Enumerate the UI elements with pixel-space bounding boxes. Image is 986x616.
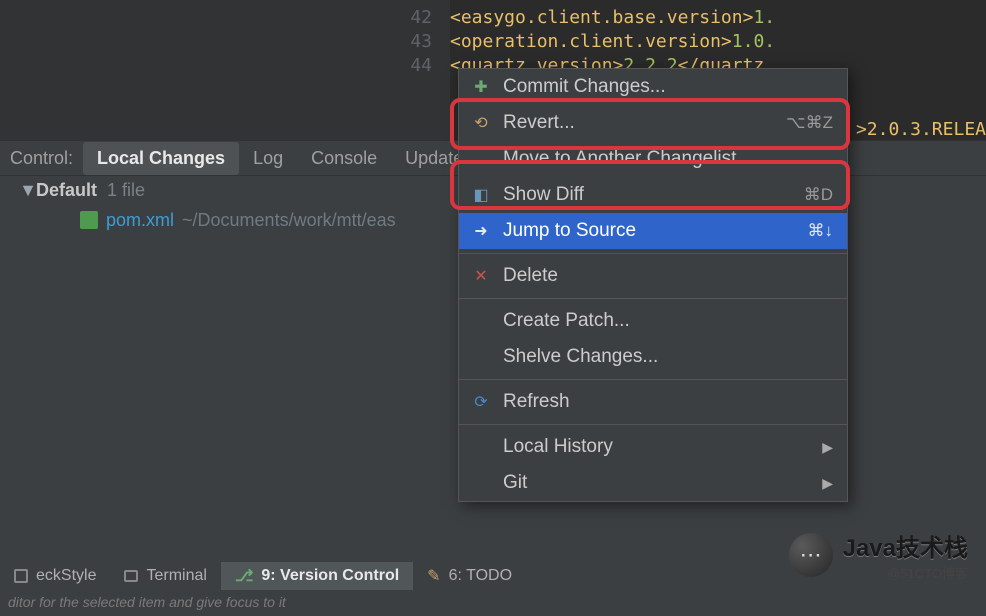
menu-local-history[interactable]: Local History ▶: [459, 429, 847, 465]
tool-checkstyle[interactable]: eckStyle: [0, 563, 110, 589]
menu-label: Refresh: [503, 391, 833, 413]
line-number: 42: [0, 6, 432, 30]
submenu-arrow-icon: ▶: [822, 439, 833, 456]
tool-left-rail: [0, 176, 8, 560]
xml-tag: <operation.client.version>: [450, 31, 732, 52]
menu-shelve-changes[interactable]: Shelve Changes...: [459, 339, 847, 375]
menu-show-diff[interactable]: ◧ Show Diff ⌘D: [459, 177, 847, 213]
menu-refresh[interactable]: ⟳ Refresh: [459, 384, 847, 420]
menu-separator: [459, 379, 847, 380]
menu-move-changelist[interactable]: Move to Another Changelist...: [459, 141, 847, 177]
changelist-name: Default: [36, 180, 97, 201]
xml-text: 1.0.: [732, 31, 775, 52]
terminal-icon: [124, 570, 138, 582]
line-number: 44: [0, 54, 432, 78]
xml-fragment: >2.0.3.RELEA: [856, 119, 986, 140]
tool-label: 9: Version Control: [261, 567, 399, 585]
status-bar: ditor for the selected item and give foc…: [0, 592, 986, 616]
caret-down-icon: ▼: [20, 180, 36, 201]
delete-icon: ✕: [469, 266, 493, 286]
menu-label: Jump to Source: [503, 220, 808, 242]
menu-shortcut: ⌘↓: [808, 221, 834, 241]
tool-label: eckStyle: [36, 567, 96, 585]
file-name: pom.xml: [106, 210, 174, 231]
todo-icon: ✎: [427, 566, 440, 586]
menu-delete[interactable]: ✕ Delete: [459, 258, 847, 294]
file-path: ~/Documents/work/mtt/eas: [182, 210, 396, 231]
tool-label: Terminal: [146, 567, 206, 585]
watermark-subtitle: @51CTO博客: [843, 563, 968, 582]
watermark-title: Java技术栈: [843, 528, 968, 563]
menu-commit-changes[interactable]: ✚ Commit Changes...: [459, 69, 847, 105]
jump-icon: ➜: [469, 221, 493, 241]
tab-local-changes[interactable]: Local Changes: [83, 142, 239, 175]
menu-revert[interactable]: ⟲ Revert... ⌥⌘Z: [459, 105, 847, 141]
menu-create-patch[interactable]: Create Patch...: [459, 303, 847, 339]
tool-version-control[interactable]: ⎇ 9: Version Control: [221, 562, 413, 590]
menu-label: Local History: [503, 436, 812, 458]
tool-label: 6: TODO: [449, 567, 512, 585]
checkstyle-icon: [14, 569, 28, 583]
watermark-logo-icon: ⋯: [789, 533, 833, 577]
menu-git[interactable]: Git ▶: [459, 465, 847, 501]
xml-file-icon: [80, 211, 98, 229]
menu-label: Git: [503, 472, 812, 494]
status-text: ditor for the selected item and give foc…: [8, 594, 286, 610]
changelist-count: 1 file: [107, 180, 145, 201]
menu-label: Create Patch...: [503, 310, 833, 332]
refresh-icon: ⟳: [469, 392, 493, 412]
menu-label: Move to Another Changelist...: [503, 148, 833, 170]
menu-shortcut: ⌥⌘Z: [786, 113, 833, 133]
menu-separator: [459, 298, 847, 299]
xml-text: 1.: [753, 7, 775, 28]
menu-label: Show Diff: [503, 184, 804, 206]
tab-log[interactable]: Log: [239, 142, 297, 175]
context-menu: ✚ Commit Changes... ⟲ Revert... ⌥⌘Z Move…: [458, 68, 848, 502]
xml-tag: <easygo.client.base.version>: [450, 7, 753, 28]
submenu-arrow-icon: ▶: [822, 475, 833, 492]
menu-label: Commit Changes...: [503, 76, 833, 98]
vcs-commit-icon: ✚: [469, 77, 493, 97]
tool-todo[interactable]: ✎ 6: TODO: [413, 562, 526, 590]
menu-shortcut: ⌘D: [804, 185, 833, 205]
menu-label: Revert...: [503, 112, 786, 134]
line-number: 43: [0, 30, 432, 54]
menu-jump-to-source[interactable]: ➜ Jump to Source ⌘↓: [459, 213, 847, 249]
vc-label: Control:: [0, 142, 83, 175]
diff-icon: ◧: [469, 185, 493, 205]
menu-label: Shelve Changes...: [503, 346, 833, 368]
menu-separator: [459, 253, 847, 254]
watermark: ⋯ Java技术栈 @51CTO博客: [789, 528, 968, 582]
tool-terminal[interactable]: Terminal: [110, 563, 220, 589]
revert-icon: ⟲: [469, 113, 493, 133]
menu-separator: [459, 424, 847, 425]
tab-console[interactable]: Console: [297, 142, 391, 175]
menu-label: Delete: [503, 265, 833, 287]
vcs-icon: ⎇: [235, 566, 253, 586]
editor-gutter: 42 43 44: [0, 0, 450, 140]
